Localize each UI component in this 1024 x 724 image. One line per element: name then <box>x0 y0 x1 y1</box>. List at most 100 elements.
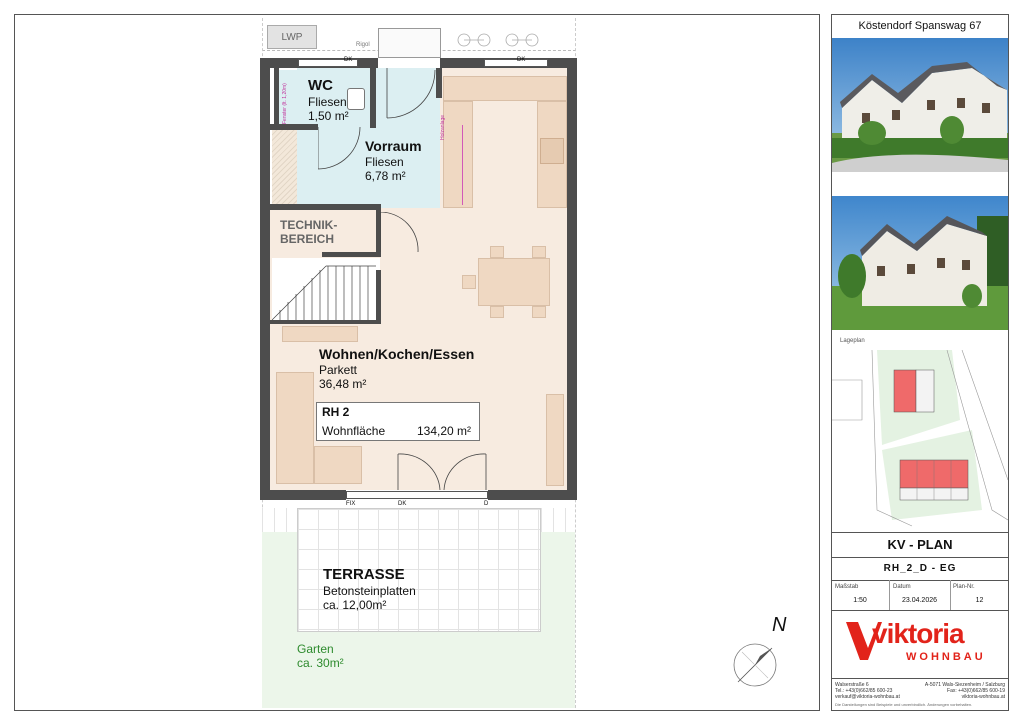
technik-line1: TECHNIK- <box>280 218 338 232</box>
north-arrow-icon <box>733 643 777 687</box>
tb-divider <box>831 610 1009 611</box>
terrasse-area: ca. 12,00m² <box>323 598 387 613</box>
tb-divider <box>831 678 1009 679</box>
massstab-label: Maßstab <box>835 584 859 590</box>
stair-landing-strip <box>282 326 358 342</box>
kitchen-sink <box>540 138 564 164</box>
wall-wc-right <box>370 68 376 128</box>
tb-vertical-divider <box>950 580 951 610</box>
north-label: N <box>772 614 787 636</box>
wohnen-area: 36,48 m² <box>319 377 367 392</box>
tb-divider <box>831 557 1009 558</box>
wall-stair-bottom <box>270 320 380 324</box>
fix-label: FIX <box>346 501 356 507</box>
wohnen-label: Wohnen/Kochen/Essen Parkett 36,48 m² <box>319 346 474 392</box>
project-title: Köstendorf Spanswag 67 <box>858 20 982 32</box>
wall-left <box>260 58 270 500</box>
lwp-label: LWP <box>281 31 303 43</box>
wall-technik-bottom <box>322 252 381 257</box>
wohnen-floor: Parkett <box>319 362 358 377</box>
dk-top-left-label: DK <box>344 57 353 63</box>
dining-chair <box>462 275 476 289</box>
dk-top-right-label: DK <box>517 57 526 63</box>
door-swing-terrace <box>397 453 487 491</box>
rh-info-box: RH 2 Wohnfläche 134,20 m² <box>316 402 480 441</box>
garten-label: Garten ca. 30m² <box>297 642 344 671</box>
footnote: Die Darstellungen sind Beispiele und unv… <box>835 702 973 707</box>
dining-chair <box>532 306 546 318</box>
window-bottom <box>346 491 488 499</box>
wall-stair-right <box>376 270 381 324</box>
wc-window-note: Fenster (lt. 1,20m) <box>282 83 288 124</box>
terrace-paving-strip-right <box>541 508 575 532</box>
wc-name: WC <box>308 77 333 94</box>
wall-right <box>567 58 577 500</box>
rendering-photo-garden <box>832 196 1008 330</box>
garten-name: Garten <box>297 642 334 656</box>
terrasse-name: TERRASSE <box>323 566 405 583</box>
addr-right-3: viktoria-wohnbau.at <box>961 694 1005 700</box>
dining-table <box>478 258 550 306</box>
dk-bottom-label: DK <box>398 501 407 507</box>
vorraum-name: Vorraum <box>365 138 422 154</box>
logo-sub: WOHNBAU <box>906 651 986 663</box>
logo-text: viktoria <box>872 618 965 649</box>
plan-type: KV - PLAN <box>887 537 953 552</box>
sofa-chaise <box>314 446 362 484</box>
vorraum-label: Vorraum Fliesen 6,78 m² <box>365 138 422 184</box>
tb-divider <box>831 532 1009 533</box>
bike-rack-icon <box>457 33 539 47</box>
rh-wohnflaeche-value: 134,20 m² <box>417 424 472 438</box>
wall-bottom-right <box>488 490 577 500</box>
massstab-value: 1:50 <box>853 597 867 604</box>
wohnen-name: Wohnen/Kochen/Essen <box>319 346 475 362</box>
vorraum-area: 6,78 m² <box>365 169 406 184</box>
technik-line2: BEREICH <box>280 232 335 247</box>
garten-area: ca. 30m² <box>297 656 344 671</box>
dining-chair <box>490 246 504 258</box>
vorraum-floor: Fliesen <box>365 154 404 169</box>
lageplan-label: Lageplan <box>840 338 865 344</box>
site-plan-map <box>832 350 1008 530</box>
plannr-label: Plan-Nr. <box>953 584 975 590</box>
plan-code: RH_2_D - EG <box>883 563 957 574</box>
plannr-value: 12 <box>975 597 984 604</box>
viktoria-logo: viktoria WOHNBAU <box>846 618 996 668</box>
hwa-line <box>462 125 463 205</box>
rh-title: RH 2 <box>322 405 350 419</box>
tb-vertical-divider <box>889 580 890 610</box>
addr-left-3: verkauf@viktoria-wohnbau.at <box>835 694 900 700</box>
datum-label: Datum <box>893 584 911 590</box>
wall-bottom-left <box>260 490 346 500</box>
terrasse-floor: Betonsteinplatten <box>323 584 416 598</box>
technik-label: TECHNIK- BEREICH <box>280 218 337 247</box>
kitchen-counter-top <box>443 76 567 101</box>
staircase <box>272 258 380 320</box>
rigol-label: Rigol <box>356 42 370 48</box>
wall-technik-top <box>270 204 380 210</box>
rh-wohnflaeche-label: Wohnfläche <box>322 424 386 438</box>
terrasse-label: TERRASSE Betonsteinplatten ca. 12,00m² <box>323 566 416 613</box>
storage-hatch <box>272 130 297 205</box>
lwp-box: LWP <box>267 25 317 49</box>
wall-wc-left-inner <box>274 68 279 126</box>
sideboard <box>546 394 564 486</box>
wc-sink <box>347 88 365 110</box>
wc-area: 1,50 m² <box>308 109 349 124</box>
door-swing-technik <box>380 212 419 253</box>
dining-chair <box>532 246 546 258</box>
kitchen-counter-left <box>443 101 473 208</box>
datum-value: 23.04.2026 <box>901 597 938 604</box>
sofa <box>276 372 314 484</box>
rendering-photo-front <box>832 38 1008 172</box>
terrace-paving-strip <box>262 508 297 532</box>
dining-chair <box>490 306 504 318</box>
wc-floor: Fliesen <box>308 95 347 109</box>
window-top-right <box>484 59 548 67</box>
d-label: D <box>484 501 489 507</box>
door-swing-wc <box>318 126 361 170</box>
door-swing-entrance <box>386 68 436 119</box>
wc-label: WC Fliesen 1,50 m² <box>308 77 349 124</box>
tb-divider <box>831 580 1009 581</box>
entrance-canopy <box>378 28 441 58</box>
